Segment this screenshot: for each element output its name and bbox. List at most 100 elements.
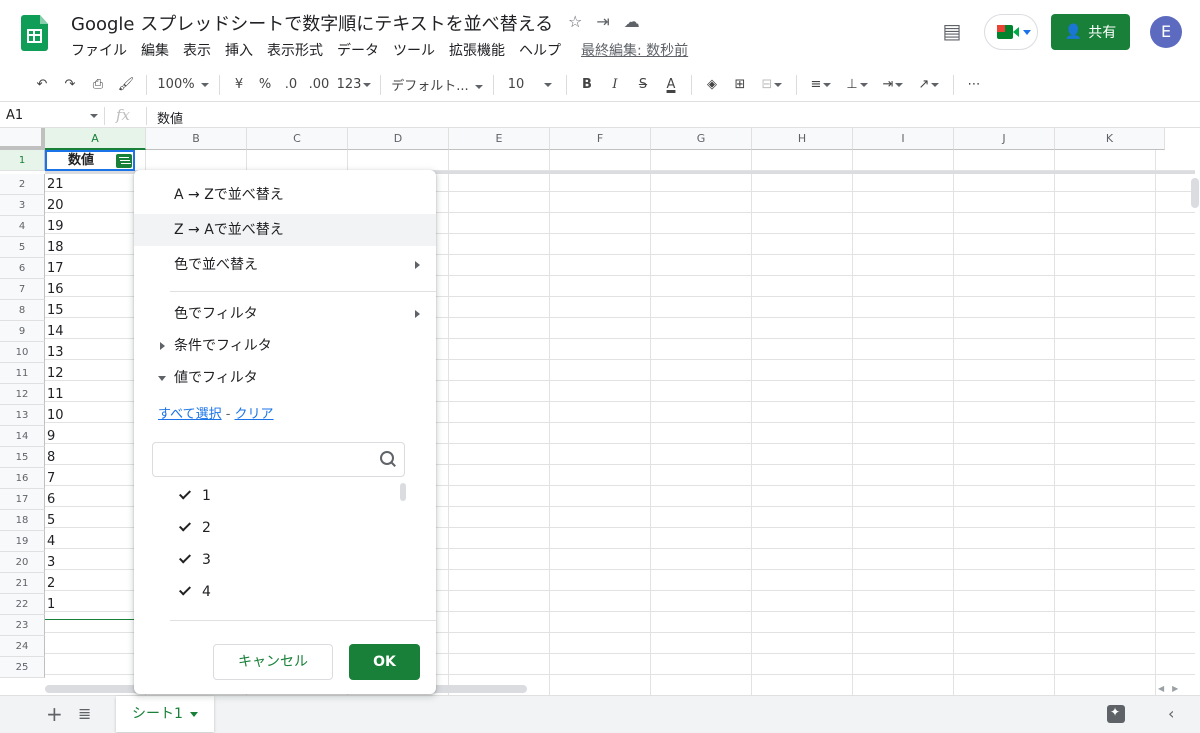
paint-format-icon[interactable]: 🖌 [112, 77, 140, 92]
row-header[interactable]: 21 [0, 573, 45, 594]
row-header[interactable]: 15 [0, 447, 45, 468]
sort-by-color-item[interactable]: 色で並べ替え [134, 249, 436, 281]
decrease-decimal-button[interactable]: .0 [278, 77, 304, 92]
explore-icon[interactable] [1107, 705, 1125, 723]
number-format-select[interactable]: 123 [334, 77, 374, 92]
col-header-e[interactable]: E [449, 128, 550, 150]
cell[interactable]: 12 [45, 363, 135, 384]
value-search-input[interactable] [152, 442, 405, 477]
avatar[interactable]: E [1150, 16, 1182, 48]
row-header[interactable]: 12 [0, 384, 45, 405]
redo-icon[interactable]: ↷ [56, 77, 84, 92]
cell[interactable]: 7 [45, 468, 135, 489]
zoom-select[interactable]: 100% [153, 77, 213, 92]
cancel-button[interactable]: キャンセル [213, 644, 333, 680]
row-header[interactable]: 6 [0, 258, 45, 279]
cell[interactable]: 20 [45, 195, 135, 216]
row-header[interactable]: 9 [0, 321, 45, 342]
merge-cells-icon[interactable]: ⊟ [754, 77, 790, 92]
increase-decimal-button[interactable]: .00 [304, 77, 334, 92]
row-header[interactable]: 5 [0, 237, 45, 258]
row-header[interactable]: 25 [0, 657, 45, 678]
col-header-g[interactable]: G [651, 128, 752, 150]
cell[interactable]: 18 [45, 237, 135, 258]
row-header[interactable]: 16 [0, 468, 45, 489]
sheets-logo-icon[interactable] [21, 15, 48, 51]
formula-input[interactable]: 数値 [157, 108, 183, 127]
cell[interactable]: 19 [45, 216, 135, 237]
select-all-link[interactable]: すべて選択 [158, 407, 222, 422]
cell[interactable]: 15 [45, 300, 135, 321]
col-header-f[interactable]: F [550, 128, 651, 150]
font-size-select[interactable]: 10 [500, 77, 560, 92]
row-header[interactable]: 18 [0, 510, 45, 531]
add-sheet-icon[interactable]: + [46, 702, 63, 726]
borders-icon[interactable]: ⊞ [726, 77, 754, 92]
share-button[interactable]: 👤 共有 [1051, 14, 1130, 50]
cell[interactable]: 5 [45, 510, 135, 531]
all-sheets-icon[interactable]: ≣ [78, 704, 91, 723]
col-header-h[interactable]: H [752, 128, 853, 150]
row-header[interactable]: 11 [0, 363, 45, 384]
row-header[interactable]: 4 [0, 216, 45, 237]
row-header[interactable]: 17 [0, 489, 45, 510]
menu-format[interactable]: 表示形式 [267, 40, 323, 60]
cell[interactable]: 14 [45, 321, 135, 342]
cell[interactable]: 21 [45, 174, 135, 195]
row-header[interactable]: 24 [0, 636, 45, 657]
col-header-j[interactable]: J [954, 128, 1055, 150]
row-header[interactable]: 14 [0, 426, 45, 447]
text-wrap-icon[interactable]: ⇥ [875, 77, 911, 92]
comment-icon[interactable]: ▤ [940, 20, 964, 42]
more-icon[interactable]: ⋯ [960, 77, 988, 92]
value-item[interactable]: 2 [152, 512, 412, 544]
value-item[interactable]: 3 [152, 544, 412, 576]
fill-color-icon[interactable]: ◈ [698, 77, 726, 92]
cell[interactable]: 17 [45, 258, 135, 279]
cell[interactable]: 16 [45, 279, 135, 300]
menu-data[interactable]: データ [337, 40, 379, 60]
col-header-c[interactable]: C [247, 128, 348, 150]
menu-insert[interactable]: 挿入 [225, 40, 253, 60]
strikethrough-button[interactable]: S [629, 77, 657, 92]
row-header[interactable]: 22 [0, 594, 45, 615]
menu-help[interactable]: ヘルプ [519, 40, 561, 60]
align-icon[interactable]: ≡ [803, 77, 839, 92]
menu-edit[interactable]: 編集 [141, 40, 169, 60]
chevron-down-icon[interactable] [190, 712, 198, 717]
chevron-down-icon[interactable] [90, 114, 98, 118]
ok-button[interactable]: OK [349, 644, 420, 680]
italic-button[interactable]: I [601, 77, 629, 92]
undo-icon[interactable]: ↶ [28, 77, 56, 92]
menu-view[interactable]: 表示 [183, 40, 211, 60]
cell[interactable]: 6 [45, 489, 135, 510]
row-header[interactable]: 2 [0, 174, 45, 195]
value-item[interactable]: 4 [152, 576, 412, 608]
row-header[interactable]: 20 [0, 552, 45, 573]
cell[interactable]: 9 [45, 426, 135, 447]
filter-by-value-item[interactable]: 値でフィルタ [134, 362, 436, 394]
value-list-scrollbar[interactable] [400, 483, 406, 501]
last-edit-link[interactable]: 最終編集: 数秒前 [581, 40, 688, 60]
scroll-left-icon[interactable]: ◀ [1158, 684, 1164, 693]
row-header[interactable]: 13 [0, 405, 45, 426]
bold-button[interactable]: B [573, 77, 601, 92]
row-header[interactable]: 10 [0, 342, 45, 363]
menu-tools[interactable]: ツール [393, 40, 435, 60]
row-header[interactable]: 3 [0, 195, 45, 216]
star-icon[interactable]: ☆ [568, 12, 582, 31]
row-header[interactable]: 23 [0, 615, 45, 636]
sort-a-z-item[interactable]: A → Zで並べ替え [134, 179, 436, 211]
cell[interactable]: 8 [45, 447, 135, 468]
col-header-i[interactable]: I [853, 128, 954, 150]
sheet-tab[interactable]: シート1 [116, 696, 214, 732]
cell-a1[interactable]: 数値 [45, 150, 135, 171]
text-color-button[interactable]: A [657, 77, 685, 92]
cell[interactable]: 11 [45, 384, 135, 405]
col-header-b[interactable]: B [146, 128, 247, 150]
filter-by-condition-item[interactable]: 条件でフィルタ [134, 330, 436, 362]
font-select[interactable]: デフォルト... [387, 75, 487, 94]
cell[interactable]: 4 [45, 531, 135, 552]
col-header-k[interactable]: K [1055, 128, 1165, 150]
scroll-arrows[interactable]: ◀ ▶ [1158, 684, 1178, 693]
